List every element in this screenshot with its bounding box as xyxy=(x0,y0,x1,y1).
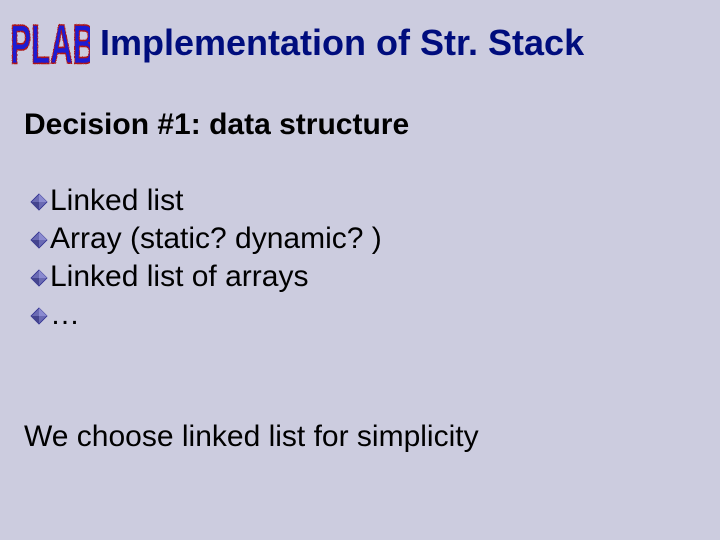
bullet-text: Linked list of arrays xyxy=(50,262,308,292)
diamond-bullet-icon xyxy=(30,307,48,325)
list-item: Linked list xyxy=(30,186,382,216)
diamond-bullet-icon xyxy=(30,193,48,211)
bullet-list: Linked list Array (static? dynamic? ) Li… xyxy=(30,186,382,338)
svg-text:PLAB: PLAB xyxy=(10,13,90,70)
bullet-text: Array (static? dynamic? ) xyxy=(50,224,382,254)
diamond-bullet-icon xyxy=(30,231,48,249)
bullet-text: Linked list xyxy=(50,186,183,216)
slide: PLAB Implementation of Str. Stack Decisi… xyxy=(0,0,720,540)
bullet-text: … xyxy=(50,300,80,330)
list-item: Linked list of arrays xyxy=(30,262,382,292)
slide-subtitle: Decision #1: data structure xyxy=(24,108,409,142)
diamond-bullet-icon xyxy=(30,269,48,287)
list-item: Array (static? dynamic? ) xyxy=(30,224,382,254)
plab-logo: PLAB xyxy=(10,8,90,70)
slide-title: Implementation of Str. Stack xyxy=(100,22,584,64)
conclusion-text: We choose linked list for simplicity xyxy=(24,420,479,454)
list-item: … xyxy=(30,300,382,330)
